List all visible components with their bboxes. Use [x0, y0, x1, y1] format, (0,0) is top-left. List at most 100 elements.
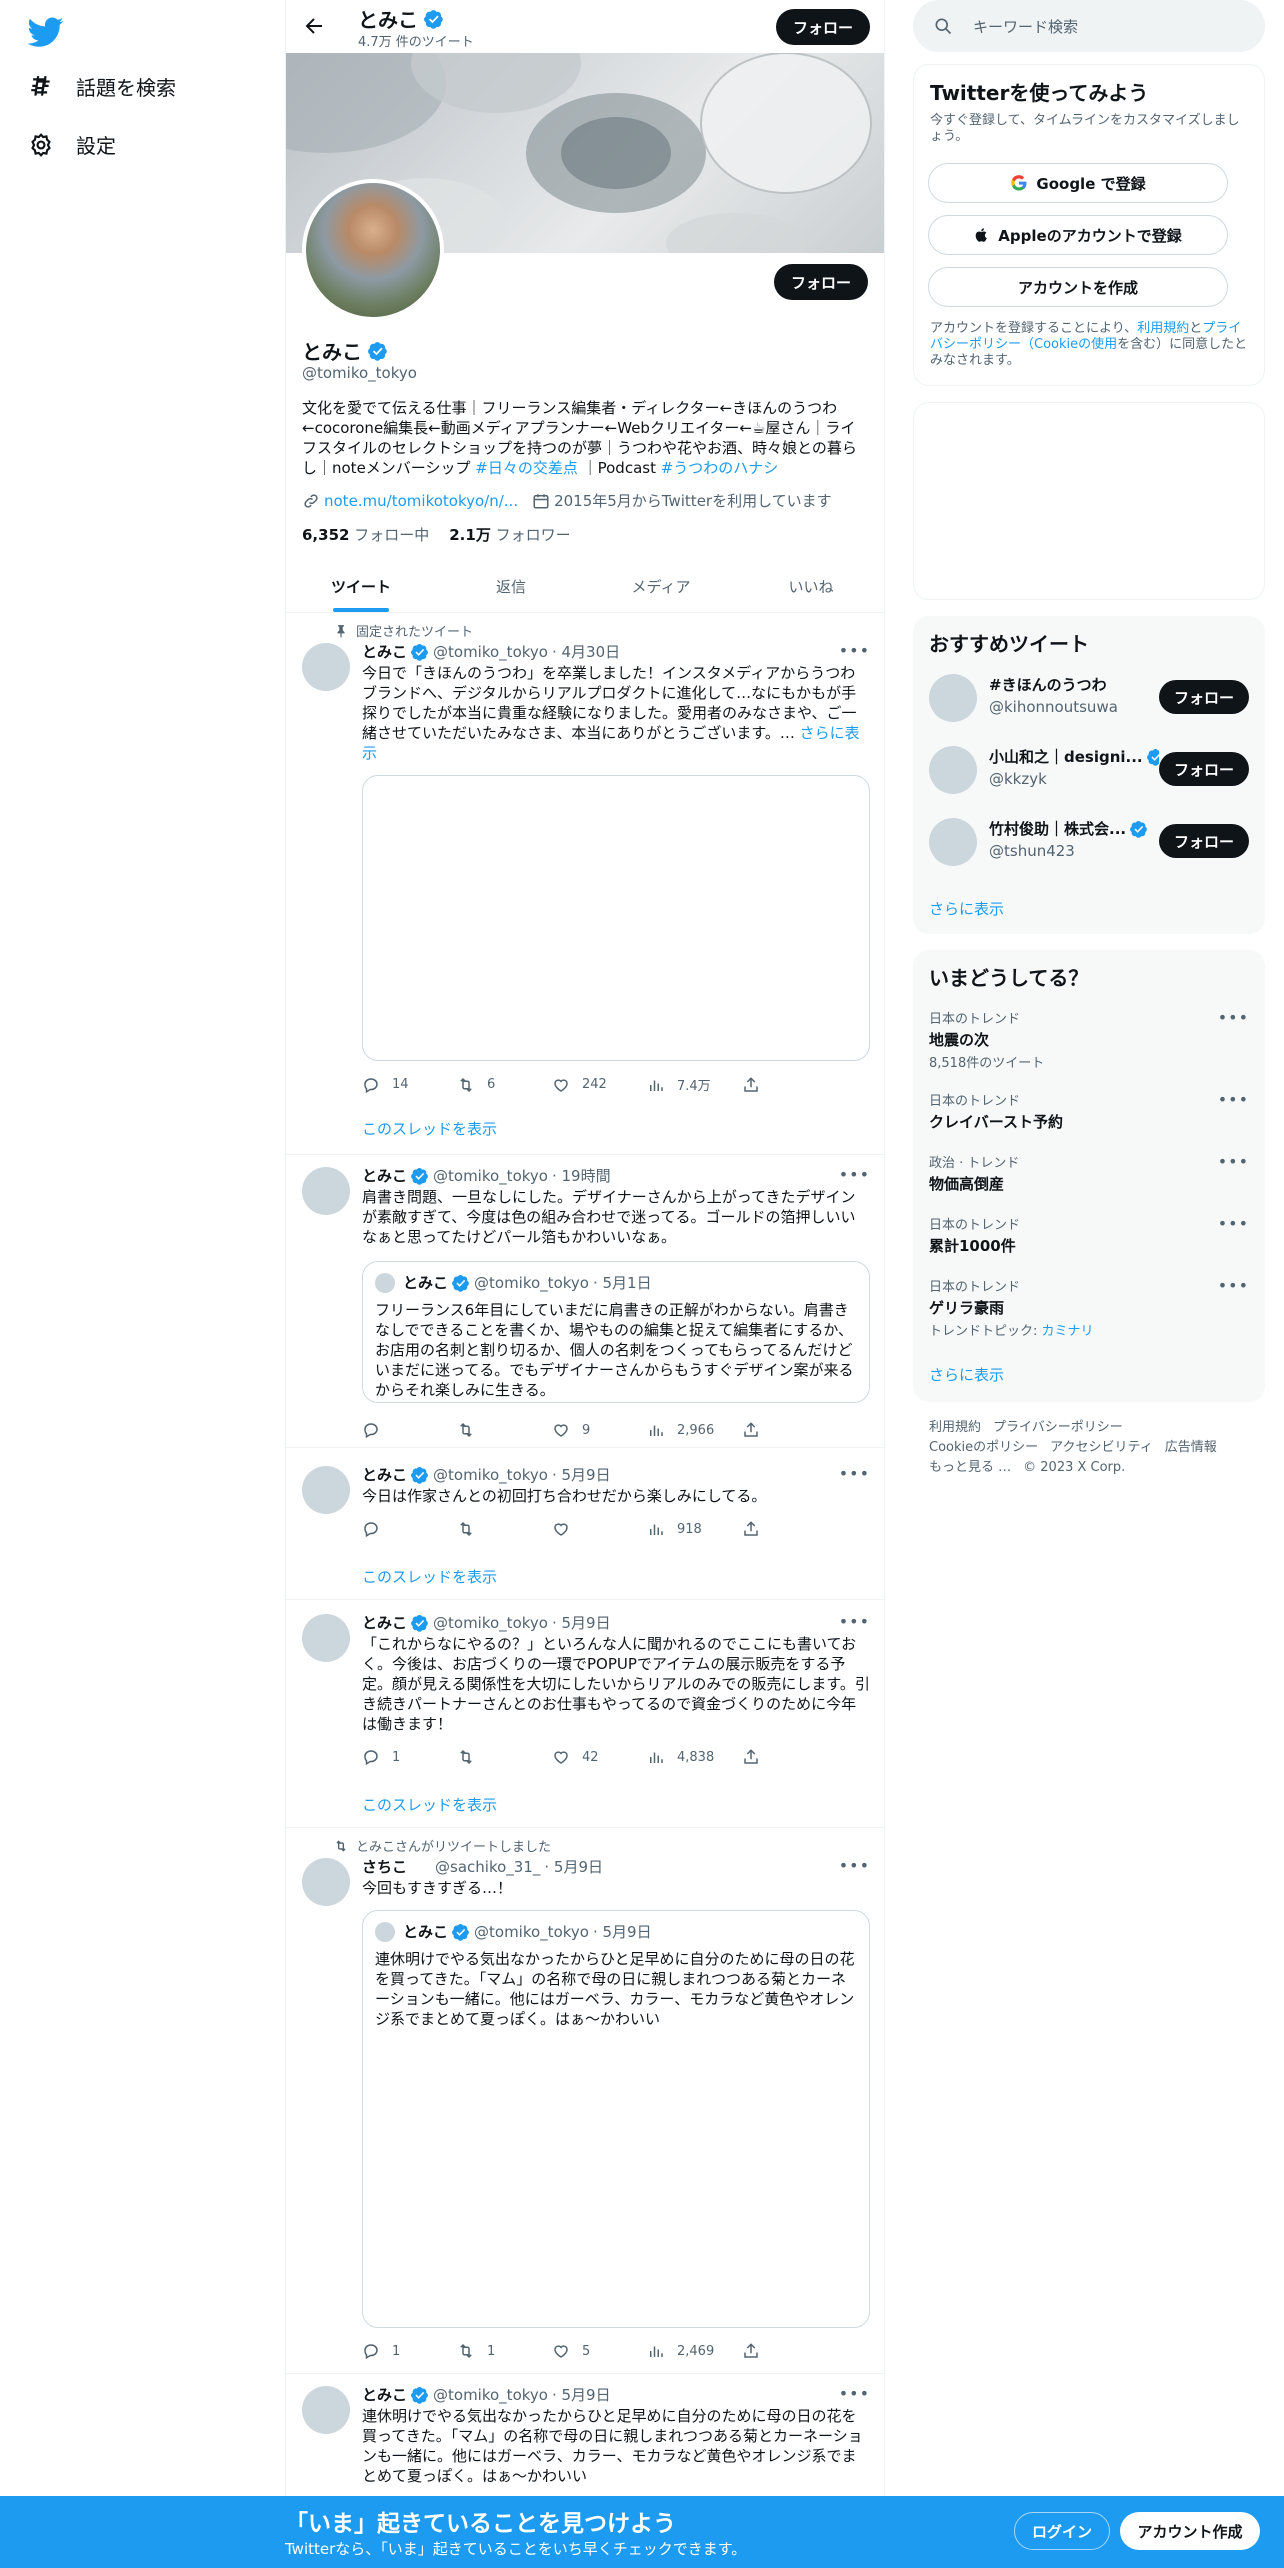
avatar[interactable]: [302, 2386, 350, 2434]
retweet-button[interactable]: [457, 1520, 552, 1538]
share-button[interactable]: [742, 1075, 760, 1094]
share-button[interactable]: [742, 1520, 760, 1538]
retweet-button[interactable]: [457, 1421, 552, 1439]
search-box[interactable]: キーワード検索: [913, 0, 1265, 52]
tweet-time[interactable]: · 4月30日: [552, 641, 620, 662]
trend-item[interactable]: 日本のトレンド ゲリラ豪雨 トレンドトピック: カミナリ •••: [929, 1276, 1249, 1339]
tab-tweets[interactable]: ツイート: [286, 560, 436, 612]
like-button[interactable]: [552, 1520, 647, 1538]
quote-tweet[interactable]: とみこ @tomiko_tokyo · 5月1日 フリーランス6年目にしていまだ…: [362, 1261, 870, 1403]
avatar[interactable]: [302, 1466, 350, 1514]
tweet[interactable]: 固定されたツイート とみこ @tomiko_tokyo · 4月30日 ••• …: [286, 613, 884, 1155]
share-button[interactable]: [742, 1421, 760, 1439]
footer-link[interactable]: Cookieのポリシー: [929, 1440, 1038, 1455]
like-button[interactable]: 5: [552, 2342, 647, 2360]
views-button[interactable]: 2,966: [647, 1421, 742, 1439]
avatar[interactable]: [302, 1858, 350, 1906]
reply-button[interactable]: 14: [362, 1075, 457, 1094]
more-options-icon[interactable]: •••: [1218, 1090, 1249, 1109]
apple-signup-button[interactable]: Appleのアカウントで登録: [928, 215, 1228, 255]
more-options-icon[interactable]: •••: [839, 1165, 870, 1184]
show-thread-link[interactable]: このスレッドを表示: [362, 1566, 497, 1587]
terms-link[interactable]: 利用規約: [1137, 321, 1189, 336]
header-follow-button[interactable]: フォロー: [776, 9, 870, 45]
avatar[interactable]: [929, 674, 977, 722]
recommended-follow-button[interactable]: フォロー: [1159, 752, 1249, 786]
twitter-logo-icon[interactable]: [28, 14, 64, 50]
trend-item[interactable]: 日本のトレンド 地震の次 8,518件のツイート •••: [929, 1008, 1249, 1071]
avatar[interactable]: [302, 643, 350, 691]
followers-stat[interactable]: 2.1万 フォロワー: [449, 524, 570, 545]
tweet-author-handle[interactable]: @tomiko_tokyo: [433, 1167, 548, 1185]
recommended-item[interactable]: 竹村俊助｜株式会... @tshun423 フォロー: [929, 814, 1249, 870]
google-signup-button[interactable]: Google で登録: [928, 163, 1228, 203]
following-stat[interactable]: 6,352 フォロー中: [302, 524, 429, 545]
trend-item[interactable]: 日本のトレンド 累計1000件 •••: [929, 1214, 1249, 1256]
more-options-icon[interactable]: •••: [1218, 1276, 1249, 1295]
tweet-author-handle[interactable]: @tomiko_tokyo: [433, 1614, 548, 1632]
more-options-icon[interactable]: •••: [1218, 1008, 1249, 1027]
views-button[interactable]: 7.4万: [647, 1075, 742, 1094]
recommended-item[interactable]: 小山和之｜designi... @kkzyk フォロー: [929, 742, 1249, 798]
tweet-author-handle[interactable]: @tomiko_tokyo: [433, 2386, 548, 2404]
more-options-icon[interactable]: •••: [839, 1612, 870, 1631]
create-account-button[interactable]: アカウントを作成: [928, 267, 1228, 307]
recommended-follow-button[interactable]: フォロー: [1159, 680, 1249, 714]
tweet-time[interactable]: · 5月9日: [552, 1464, 611, 1485]
signup-button[interactable]: アカウント作成: [1120, 2512, 1260, 2550]
like-button[interactable]: 42: [552, 1748, 647, 1766]
avatar[interactable]: [302, 1614, 350, 1662]
more-options-icon[interactable]: •••: [1218, 1214, 1249, 1233]
tweet[interactable]: とみこ @tomiko_tokyo · 19時間 ••• 肩書き問題、一旦なしに…: [286, 1155, 884, 1448]
tweet[interactable]: とみこ @tomiko_tokyo · 5月9日 ••• 「これからなにやるの？…: [286, 1600, 884, 1828]
tweet-time[interactable]: · 5月9日: [552, 1612, 611, 1633]
tweet-time[interactable]: · 19時間: [552, 1165, 611, 1186]
tweet-author-name[interactable]: とみこ: [362, 1464, 407, 1485]
trend-item[interactable]: 日本のトレンド クレイバースト予約 •••: [929, 1090, 1249, 1132]
footer-link[interactable]: もっと見る …: [929, 1460, 1011, 1475]
trend-item[interactable]: 政治 · トレンド 物価高倒産 •••: [929, 1152, 1249, 1194]
recommended-show-more[interactable]: さらに表示: [929, 898, 1004, 919]
share-button[interactable]: [742, 1748, 760, 1766]
profile-link[interactable]: note.mu/tomikotokyo/n/...: [302, 492, 518, 510]
tweet-author-name[interactable]: とみこ: [362, 1165, 407, 1186]
like-button[interactable]: 9: [552, 1421, 647, 1439]
avatar[interactable]: [929, 746, 977, 794]
tweet-author-name[interactable]: とみこ: [362, 641, 407, 662]
back-arrow-icon[interactable]: [302, 14, 326, 38]
login-button[interactable]: ログイン: [1014, 2512, 1110, 2550]
tweet-author-handle[interactable]: @tomiko_tokyo: [433, 643, 548, 661]
views-button[interactable]: 918: [647, 1520, 742, 1538]
retweet-button[interactable]: 6: [457, 1075, 552, 1094]
more-options-icon[interactable]: •••: [839, 2384, 870, 2403]
share-button[interactable]: [742, 2342, 760, 2360]
profile-follow-button[interactable]: フォロー: [774, 264, 868, 300]
avatar[interactable]: [929, 818, 977, 866]
recommended-item[interactable]: #きほんのうつわ @kihonnoutsuwa フォロー: [929, 670, 1249, 726]
footer-link[interactable]: プライバシーポリシー: [993, 1420, 1123, 1435]
bio-hashtag-link[interactable]: #日々の交差点: [475, 459, 578, 477]
reply-button[interactable]: [362, 1421, 457, 1439]
retweet-context-label[interactable]: とみこさんがリツイートしました: [356, 1836, 551, 1855]
tweet[interactable]: とみこさんがリツイートしました さちこ @sachiko_31_ · 5月9日 …: [286, 1828, 884, 2374]
profile-avatar[interactable]: [302, 179, 444, 321]
trend-topic-link[interactable]: カミナリ: [1042, 1324, 1094, 1339]
retweet-button[interactable]: [457, 1748, 552, 1766]
more-options-icon[interactable]: •••: [839, 1464, 870, 1483]
footer-link[interactable]: 広告情報: [1165, 1440, 1217, 1455]
more-options-icon[interactable]: •••: [839, 1856, 870, 1875]
avatar[interactable]: [302, 1167, 350, 1215]
more-options-icon[interactable]: •••: [839, 641, 870, 660]
retweet-button[interactable]: 1: [457, 2342, 552, 2360]
tweet-time[interactable]: · 5月9日: [544, 1856, 603, 1877]
show-thread-link[interactable]: このスレッドを表示: [362, 1118, 497, 1139]
nav-settings[interactable]: 設定: [28, 130, 116, 159]
trends-show-more[interactable]: さらに表示: [929, 1364, 1004, 1385]
tweet[interactable]: とみこ @tomiko_tokyo · 5月9日 ••• 今日は作家さんとの初回…: [286, 1448, 884, 1600]
tweet-author-name[interactable]: とみこ: [362, 2384, 407, 2405]
tweet-author-name[interactable]: とみこ: [362, 1612, 407, 1633]
reply-button[interactable]: 1: [362, 1748, 457, 1766]
tweet-time[interactable]: · 5月9日: [552, 2384, 611, 2405]
reply-button[interactable]: 1: [362, 2342, 457, 2360]
quote-tweet[interactable]: とみこ @tomiko_tokyo · 5月9日 連休明けでやる気出なかったから…: [362, 1910, 870, 2328]
